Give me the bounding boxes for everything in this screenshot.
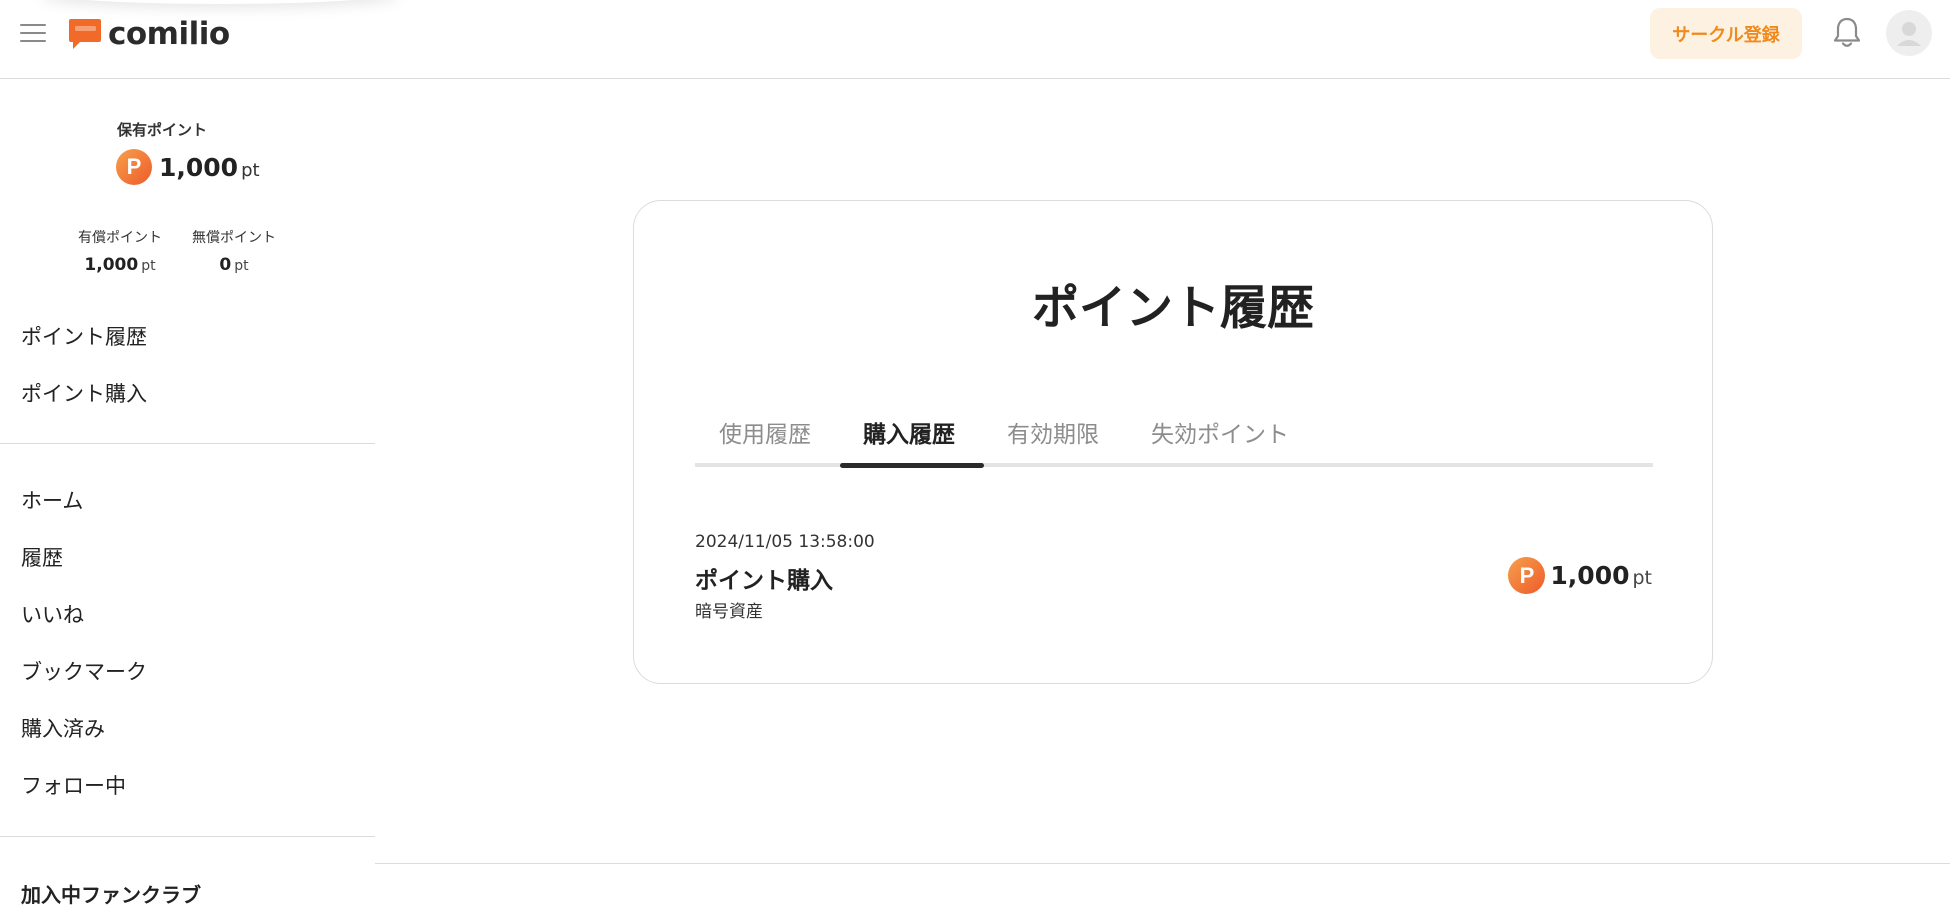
site-logo[interactable]: comilio — [68, 14, 230, 54]
sidebar-item-home[interactable]: ホーム — [21, 485, 83, 515]
sidebar-item-history[interactable]: 履歴 — [21, 542, 63, 572]
paid-points-unit: pt — [141, 258, 156, 274]
free-points: 無償ポイント 0 pt — [192, 227, 276, 275]
record-amount-unit: pt — [1632, 566, 1652, 589]
tab-expiration[interactable]: 有効期限 — [1007, 415, 1099, 449]
logo-text: comilio — [108, 16, 230, 52]
record-payment-method: 暗号資産 — [695, 602, 763, 622]
held-points-label: 保有ポイント — [117, 121, 208, 139]
record-title: ポイント購入 — [695, 568, 833, 594]
circle-register-button[interactable]: サークル登録 — [1650, 8, 1802, 59]
tab-expired-points[interactable]: 失効ポイント — [1151, 415, 1289, 449]
paid-points-label: 有償ポイント — [78, 230, 162, 246]
record-amount: P 1,000 pt — [1508, 557, 1652, 594]
free-points-label: 無償ポイント — [192, 230, 276, 246]
sidebar-item-purchased[interactable]: 購入済み — [21, 713, 105, 743]
held-points-value: 1,000 — [159, 152, 239, 182]
sidebar-item-following[interactable]: フォロー中 — [21, 770, 126, 800]
footer-divider — [375, 863, 1950, 864]
tab-purchase-history[interactable]: 購入履歴 — [863, 415, 955, 449]
point-history-card: ポイント履歴 使用履歴 購入履歴 有効期限 失効ポイント 2024/11/05 … — [633, 200, 1713, 684]
point-p-icon: P — [1508, 557, 1546, 594]
history-tabs: 使用履歴 購入履歴 有効期限 失効ポイント — [695, 407, 1653, 468]
record-datetime: 2024/11/05 13:58:00 — [695, 532, 875, 552]
bell-icon[interactable] — [1830, 15, 1864, 51]
sidebar-divider — [0, 836, 375, 837]
paid-points: 有償ポイント 1,000 pt — [78, 227, 162, 275]
free-points-unit: pt — [234, 258, 249, 274]
sidebar-link-point-purchase[interactable]: ポイント購入 — [21, 378, 147, 408]
active-tab-indicator — [840, 463, 984, 468]
page-title: ポイント履歴 — [1032, 281, 1314, 336]
sidebar-link-point-history[interactable]: ポイント履歴 — [21, 321, 147, 351]
record-amount-value: 1,000 — [1550, 561, 1630, 590]
paid-points-value: 1,000 — [84, 255, 139, 275]
fanclub-heading: 加入中ファンクラブ — [21, 883, 201, 907]
user-avatar-icon[interactable] — [1886, 10, 1932, 56]
top-header: comilio サークル登録 — [0, 0, 1950, 79]
sidebar-divider — [0, 443, 375, 444]
tab-usage-history[interactable]: 使用履歴 — [719, 415, 811, 449]
comilio-logo-icon — [68, 17, 102, 51]
free-points-value: 0 — [219, 255, 232, 275]
held-points: P 1,000 pt — [116, 149, 260, 185]
sidebar: 保有ポイント P 1,000 pt 有償ポイント 1,000 pt 無償ポイント … — [0, 79, 375, 916]
point-p-icon: P — [116, 149, 152, 185]
sidebar-item-bookmarks[interactable]: ブックマーク — [21, 656, 147, 686]
hamburger-menu-icon[interactable] — [20, 22, 46, 44]
held-points-unit: pt — [241, 159, 260, 181]
sidebar-item-likes[interactable]: いいね — [21, 599, 84, 629]
header-shadow — [40, 0, 400, 4]
